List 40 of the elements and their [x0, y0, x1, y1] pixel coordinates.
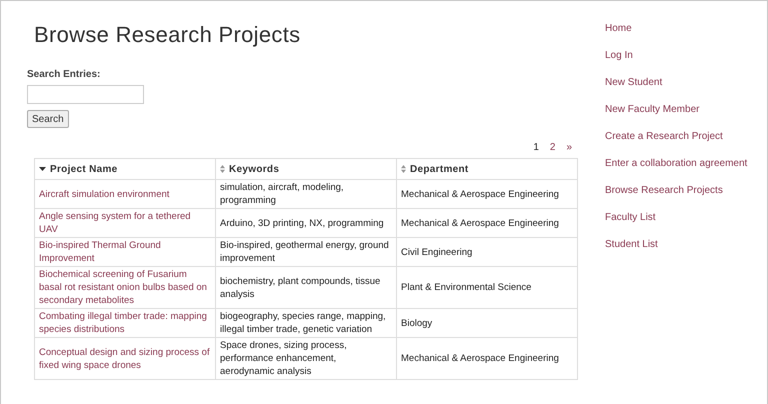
caret-down-icon [39, 167, 46, 171]
table-cell: Biology [396, 308, 578, 338]
search-label: Search Entries: [27, 68, 102, 82]
nav-link[interactable]: Create a Research Project [605, 130, 748, 144]
table-cell: Mechanical & Aerospace Engineering [396, 180, 578, 208]
nav-link[interactable]: New Faculty Member [605, 103, 748, 117]
project-link[interactable]: Combating illegal timber trade: mapping species distributions [34, 308, 216, 338]
table-cell: Mechanical & Aerospace Engineering [396, 208, 578, 238]
sort-icon [401, 165, 406, 173]
column-header[interactable]: Keywords [216, 158, 396, 180]
table-cell: biogeography, species range, mapping, illegal timber trade, genetic variation [216, 308, 396, 338]
project-link[interactable]: Conceptual design and sizing process of fixed wing space drones [34, 338, 216, 380]
table-cell: simulation, aircraft, modeling, programming [216, 180, 396, 208]
nav-link[interactable]: Enter a collaboration agreement [605, 157, 748, 171]
table-cell: Space drones, sizing process, performance enhancement, aerodynamic analysis [216, 338, 396, 380]
column-header[interactable]: Department [396, 158, 578, 180]
nav-link[interactable]: Home [605, 22, 748, 36]
nav-link[interactable]: Browse Research Projects [605, 184, 748, 198]
project-link[interactable]: Aircraft simulation environment [34, 180, 216, 208]
page-link[interactable]: 1 [533, 140, 539, 155]
page-title: Browse Research Projects [34, 21, 302, 49]
project-link[interactable]: Biochemical screening of Fusarium basal rot resistant onion bulbs based on secondary metabolites [34, 266, 216, 308]
search-field[interactable] [27, 85, 144, 104]
table-cell: biochemistry, plant compounds, tissue analysis [216, 266, 396, 308]
sort-icon [220, 165, 225, 173]
table-cell: Bio-inspired, geothermal energy, ground improvement [216, 238, 396, 266]
table-cell: Plant & Environmental Science [396, 266, 578, 308]
table-cell: Civil Engineering [396, 238, 578, 266]
table-cell: Arduino, 3D printing, NX, programming [216, 208, 396, 238]
nav-link[interactable]: New Student [605, 76, 748, 90]
project-link[interactable]: Angle sensing system for a tethered UAV [34, 208, 216, 238]
page-link[interactable]: 2 [550, 140, 556, 155]
table-cell: Mechanical & Aerospace Engineering [396, 338, 578, 380]
column-header[interactable]: Project Name [34, 158, 216, 180]
nav-link[interactable]: Faculty List [605, 211, 748, 225]
project-link[interactable]: Bio-inspired Thermal Ground Improvement [34, 238, 216, 266]
nav-link[interactable]: Student List [605, 238, 748, 252]
page-link[interactable]: » [566, 140, 572, 155]
nav-link[interactable]: Log In [605, 49, 748, 63]
search-button[interactable]: Search [27, 110, 69, 128]
